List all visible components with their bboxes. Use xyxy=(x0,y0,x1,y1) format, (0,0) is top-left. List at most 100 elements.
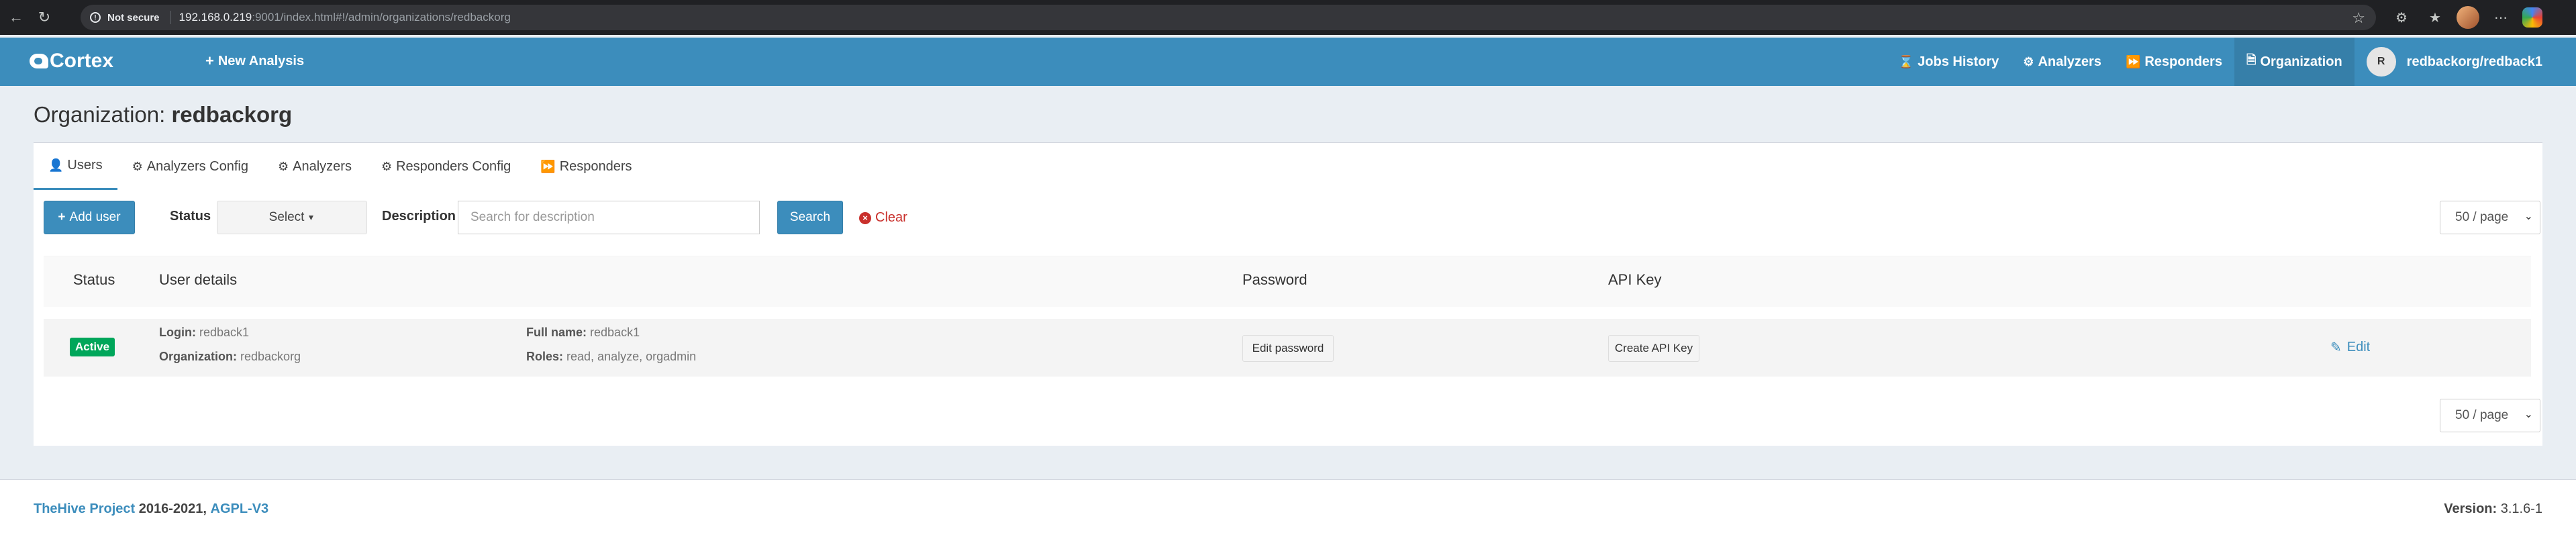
edit-password-button[interactable]: Edit password xyxy=(1242,335,1334,362)
clear-label: Clear xyxy=(875,210,907,225)
nav-label: Responders xyxy=(2144,54,2222,69)
roles-label: Roles: xyxy=(526,350,564,363)
license-link[interactable]: AGPL-V3 xyxy=(211,501,269,516)
page-title: Organization: redbackorg xyxy=(34,102,292,128)
page-size-select-bottom[interactable]: 50 / page ⌄ xyxy=(2440,399,2540,432)
add-user-label: Add user xyxy=(69,210,121,224)
add-user-button[interactable]: + Add user xyxy=(44,201,135,234)
status-filter-label: Status xyxy=(170,209,211,224)
avatar: R xyxy=(2366,47,2396,77)
footer-version: Version: 3.1.6-1 xyxy=(2444,501,2542,517)
reload-icon[interactable]: ↻ xyxy=(32,5,56,30)
more-menu-icon[interactable]: ⋯ xyxy=(2489,5,2513,30)
browser-toolbar: ← ↻ ! Not secure 192.168.0.219:9001/inde… xyxy=(0,0,2576,35)
chevron-down-icon: ⌄ xyxy=(2524,409,2533,420)
login-detail: Login: redback1 xyxy=(159,326,249,340)
project-link[interactable]: TheHive Project xyxy=(34,501,135,516)
cogs-icon: ⚙ xyxy=(2023,54,2034,68)
url-path[interactable]: :9001/index.html#!/admin/organizations/r… xyxy=(252,11,511,24)
edit-user-link[interactable]: ✎ Edit xyxy=(2330,339,2370,356)
tab-analyzers[interactable]: ⚙ Analyzers xyxy=(263,143,366,190)
plus-icon: + xyxy=(58,210,66,224)
users-table: Status User details Password API Key Act… xyxy=(44,256,2531,377)
page-size-select[interactable]: 50 / page ⌄ xyxy=(2440,201,2540,234)
page-footer: TheHive Project 2016-2021, AGPL-V3 Versi… xyxy=(0,479,2576,533)
fullname-detail: Full name: redback1 xyxy=(526,326,640,340)
plus-icon: + xyxy=(205,52,214,69)
column-header-status: Status xyxy=(73,271,115,288)
status-select-value: Select xyxy=(268,210,305,224)
user-name: redbackorg/redback1 xyxy=(2406,54,2542,69)
new-analysis-button[interactable]: + New Analysis xyxy=(205,52,304,70)
fast-forward-icon: ⏩ xyxy=(2125,54,2141,68)
tab-label: Responders Config xyxy=(396,158,511,174)
nav-analyzers[interactable]: ⚙ Analyzers xyxy=(2011,38,2114,86)
times-circle-icon: × xyxy=(859,211,871,224)
edit-icon: ✎ xyxy=(2330,340,2342,355)
tab-label: Users xyxy=(67,158,103,173)
url-host[interactable]: 192.168.0.219 xyxy=(179,11,252,24)
hourglass-icon: ⌛ xyxy=(1898,54,1914,68)
file-icon: 🗎 xyxy=(2246,53,2257,66)
cogs-icon: ⚙ xyxy=(277,159,289,173)
nav-responders[interactable]: ⏩ Responders xyxy=(2114,38,2234,86)
address-bar[interactable]: ! Not secure 192.168.0.219:9001/index.ht… xyxy=(81,5,2376,30)
organization-detail: Organization: redbackorg xyxy=(159,350,301,364)
nav-label: Analyzers xyxy=(2038,54,2101,69)
nav-organization[interactable]: 🗎 Organization xyxy=(2234,38,2355,86)
security-label[interactable]: Not secure xyxy=(107,12,160,23)
cog-icon: ⚙ xyxy=(132,159,143,173)
search-button[interactable]: Search xyxy=(777,201,843,234)
status-select[interactable]: Select ▼ xyxy=(217,201,367,234)
cortex-logo-icon xyxy=(30,54,48,68)
tab-label: Analyzers xyxy=(293,158,352,174)
tab-users[interactable]: 👤 Users xyxy=(34,143,117,190)
brand-name: Cortex xyxy=(50,50,114,72)
profile-avatar[interactable] xyxy=(2457,6,2479,29)
fast-forward-icon: ⏩ xyxy=(540,159,556,173)
brand-logo[interactable]: Cortex xyxy=(30,50,113,72)
fullname-label: Full name: xyxy=(526,326,587,339)
clear-button[interactable]: × Clear xyxy=(859,210,907,226)
version-label: Version: xyxy=(2444,501,2497,516)
user-icon: 👤 xyxy=(48,158,64,172)
tab-bar: 👤 Users ⚙ Analyzers Config ⚙ Analyzers ⚙… xyxy=(34,143,647,190)
caret-down-icon: ▼ xyxy=(307,213,315,222)
extensions-icon[interactable]: ⚙ xyxy=(2389,5,2414,30)
organization-name: redbackorg xyxy=(171,102,293,127)
column-header-user-details: User details xyxy=(159,271,238,288)
favorites-icon[interactable]: ★ xyxy=(2423,5,2447,30)
fullname-value: redback1 xyxy=(590,326,640,339)
nav-label: Jobs History xyxy=(1918,54,1999,69)
back-icon[interactable]: ← xyxy=(4,5,28,30)
nav-jobs-history[interactable]: ⌛ Jobs History xyxy=(1887,38,2012,86)
new-analysis-label: New Analysis xyxy=(217,53,305,68)
description-search-input[interactable]: Search for description xyxy=(458,201,760,234)
divider xyxy=(170,11,171,24)
copyright-years: 2016-2021, xyxy=(138,501,207,516)
create-api-key-button[interactable]: Create API Key xyxy=(1608,335,1699,362)
user-menu[interactable]: R redbackorg/redback1 xyxy=(2355,38,2576,86)
bookmark-star-icon[interactable]: ☆ xyxy=(2352,9,2365,27)
tab-responders[interactable]: ⏩ Responders xyxy=(526,143,646,190)
organization-value: redbackorg xyxy=(240,350,301,363)
status-badge: Active xyxy=(70,338,115,356)
tab-analyzers-config[interactable]: ⚙ Analyzers Config xyxy=(117,143,263,190)
filter-bar: + Add user Status Select ▼ Description S… xyxy=(44,201,2540,237)
info-icon[interactable]: ! xyxy=(90,12,101,23)
chevron-down-icon: ⌄ xyxy=(2524,211,2533,222)
edit-label: Edit xyxy=(2346,340,2371,354)
column-header-api-key: API Key xyxy=(1608,271,1662,288)
login-label: Login: xyxy=(159,326,196,339)
nav-label: Organization xyxy=(2260,54,2342,69)
tab-label: Analyzers Config xyxy=(146,158,248,174)
login-value: redback1 xyxy=(199,326,250,339)
tab-responders-config[interactable]: ⚙ Responders Config xyxy=(366,143,526,190)
organization-panel: 👤 Users ⚙ Analyzers Config ⚙ Analyzers ⚙… xyxy=(34,142,2542,446)
organization-label: Organization: xyxy=(159,350,237,363)
table-row: Active Login: redback1 Organization: red… xyxy=(44,319,2531,377)
tab-label: Responders xyxy=(559,158,632,174)
copilot-icon[interactable] xyxy=(2522,7,2542,28)
page-size-value: 50 / page xyxy=(2455,210,2509,224)
column-header-password: Password xyxy=(1242,271,1307,288)
